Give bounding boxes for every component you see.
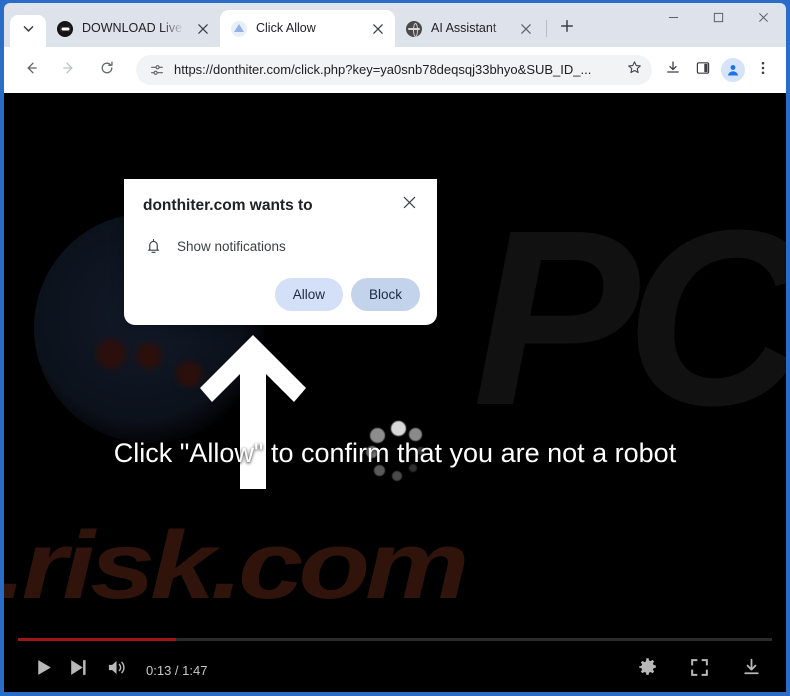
- permission-row: Show notifications: [143, 236, 420, 256]
- star-icon: [627, 60, 642, 80]
- url-text: https://donthiter.com/click.php?key=ya0s…: [174, 62, 592, 78]
- reload-icon: [99, 60, 115, 81]
- download-video-button[interactable]: [734, 653, 768, 687]
- downloads-button[interactable]: [658, 55, 688, 85]
- window-controls: [651, 3, 786, 47]
- globe-icon: [406, 20, 422, 37]
- dialog-title: donthiter.com wants to: [143, 197, 313, 214]
- tab-close-button[interactable]: [516, 19, 535, 38]
- settings-button[interactable]: [630, 653, 664, 687]
- tab-search-button[interactable]: [10, 15, 46, 47]
- download-icon: [741, 657, 762, 683]
- new-tab-button[interactable]: [553, 14, 581, 42]
- forward-arrow-icon: [61, 60, 77, 81]
- dialog-close-button[interactable]: [398, 194, 420, 216]
- browser-window: DOWNLOAD Live You Click Allow AI Assista…: [0, 0, 790, 696]
- tab-ai-assistant[interactable]: AI Assistant: [395, 10, 543, 47]
- loading-spinner-icon: [365, 421, 431, 487]
- dialog-header: donthiter.com wants to: [143, 195, 420, 216]
- tab-download-live-you[interactable]: DOWNLOAD Live You: [46, 10, 220, 47]
- watermark-bottom: .risk.com: [4, 512, 469, 619]
- page-headline: Click "Allow" to confirm that you are no…: [113, 438, 677, 468]
- browser-toolbar: https://donthiter.com/click.php?key=ya0s…: [4, 47, 786, 93]
- watermark-top: PC: [472, 178, 786, 457]
- tab-click-allow[interactable]: Click Allow: [220, 10, 395, 47]
- forward-button[interactable]: [54, 55, 84, 85]
- next-track-button[interactable]: [60, 653, 94, 687]
- next-track-icon: [67, 657, 88, 683]
- tab-close-button[interactable]: [193, 19, 212, 38]
- address-bar[interactable]: https://donthiter.com/click.php?key=ya0s…: [136, 55, 652, 85]
- notification-permission-dialog: donthiter.com wants to Show notification…: [124, 179, 437, 325]
- background-dot: [136, 343, 162, 369]
- tab-separator: [546, 20, 547, 37]
- back-arrow-icon: [23, 60, 39, 81]
- close-icon: [758, 10, 769, 28]
- fullscreen-button[interactable]: [682, 653, 716, 687]
- minimize-button[interactable]: [651, 3, 696, 34]
- profile-avatar-icon: [721, 58, 745, 82]
- tab-title: AI Assistant: [431, 21, 497, 35]
- bell-icon: [143, 236, 163, 256]
- profile-button[interactable]: [718, 55, 748, 85]
- dialog-actions: Allow Block: [143, 278, 420, 311]
- tab-title: Click Allow: [256, 21, 316, 35]
- progress-bar-track[interactable]: [18, 638, 772, 641]
- back-button[interactable]: [16, 55, 46, 85]
- bookmark-button[interactable]: [622, 58, 646, 82]
- progress-bar-fill: [18, 638, 177, 641]
- play-icon: [33, 657, 54, 683]
- block-button[interactable]: Block: [350, 278, 420, 311]
- blue-shape-icon: [231, 20, 247, 37]
- chevron-down-icon: [22, 22, 35, 40]
- play-button[interactable]: [26, 653, 60, 687]
- tab-title: DOWNLOAD Live You: [82, 21, 187, 35]
- time-display: 0:13 / 1:47: [146, 662, 208, 678]
- volume-icon: [107, 657, 128, 683]
- three-dot-menu-icon: [755, 60, 771, 81]
- side-panel-button[interactable]: [688, 55, 718, 85]
- volume-button[interactable]: [100, 653, 134, 687]
- player-control-row: 0:13 / 1:47: [4, 649, 786, 691]
- page-content: PC .risk.com Click "Allow" to confirm th…: [4, 93, 786, 692]
- close-window-button[interactable]: [741, 3, 786, 34]
- allow-button[interactable]: Allow: [274, 278, 343, 311]
- tab-close-button[interactable]: [368, 19, 387, 38]
- gear-icon: [637, 657, 658, 683]
- maximize-icon: [713, 10, 724, 28]
- plus-icon: [560, 19, 574, 38]
- reload-button[interactable]: [92, 55, 122, 85]
- close-icon: [403, 196, 416, 214]
- permission-label: Show notifications: [177, 238, 286, 254]
- dark-circle-icon: [57, 20, 73, 37]
- menu-button[interactable]: [748, 55, 778, 85]
- background-dot: [176, 361, 202, 387]
- download-icon: [665, 60, 681, 81]
- tab-strip: DOWNLOAD Live You Click Allow AI Assista…: [4, 3, 786, 47]
- fullscreen-icon: [689, 657, 710, 683]
- video-player-controls: 0:13 / 1:47: [4, 633, 786, 692]
- site-settings-icon[interactable]: [148, 62, 165, 79]
- side-panel-icon: [695, 60, 711, 81]
- maximize-button[interactable]: [696, 3, 741, 34]
- minimize-icon: [668, 10, 679, 28]
- up-arrow-icon: [194, 329, 312, 489]
- background-dot: [96, 339, 126, 369]
